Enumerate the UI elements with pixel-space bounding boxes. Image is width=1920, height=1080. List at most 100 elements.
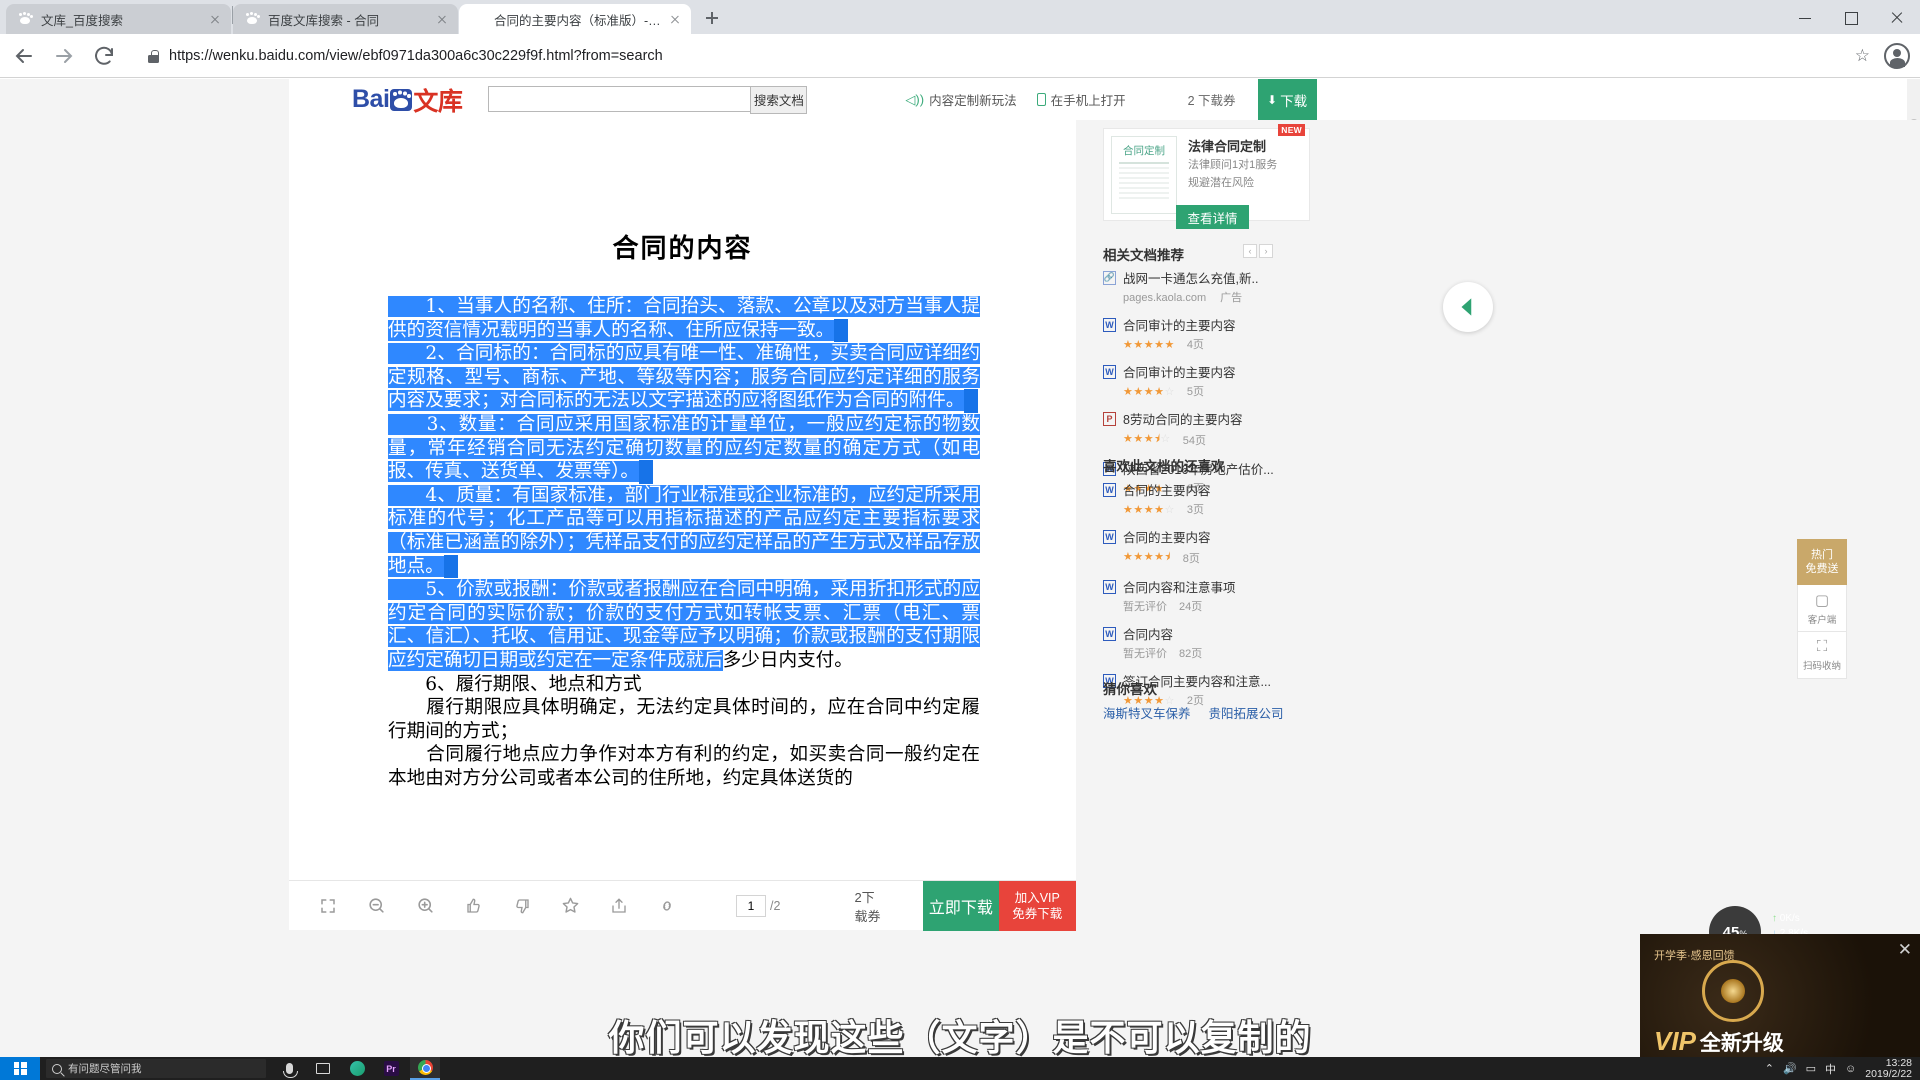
edge-icon[interactable] (342, 1057, 372, 1080)
fullscreen-icon[interactable] (319, 895, 337, 917)
doc-name[interactable]: 合同内容和注意事项 (1123, 577, 1236, 596)
rating-stars: ★★★★☆ (1123, 385, 1175, 398)
guess-link-1[interactable]: 海斯特叉车保养 (1103, 703, 1191, 722)
page-count: 54页 (1182, 434, 1207, 447)
maximize-icon[interactable] (1828, 0, 1874, 34)
header-link-label: 内容定制新玩法 (929, 94, 1017, 108)
doc-name[interactable]: 合同的主要内容 (1123, 527, 1211, 546)
browser-tab-3-active[interactable]: 合同的主要内容（标准版）- 百度文库 (459, 4, 691, 34)
minimize-icon[interactable] (1782, 0, 1828, 34)
zoom-out-icon[interactable] (367, 895, 386, 917)
header-links: ◁)) 内容定制新玩法 在手机上打开 (905, 90, 1125, 109)
cortana-mic-icon[interactable] (274, 1057, 304, 1080)
reload-button[interactable] (88, 40, 120, 72)
close-icon[interactable] (434, 11, 450, 27)
lock-icon (148, 49, 159, 63)
ime-icon[interactable]: 中 (1825, 1061, 1836, 1077)
document-paragraph: 1、当事人的名称、住所：合同抬头、落款、公章以及对方当事人提供的资信情况载明的当… (388, 295, 980, 343)
doc-name[interactable]: 合同审计的主要内容 (1123, 362, 1236, 381)
network-icon[interactable]: ▭ (1806, 1062, 1816, 1075)
list-item[interactable]: W 合同内容和注意事项 暂无评价 24页 (1103, 577, 1353, 614)
rail-hot-free[interactable]: 热门 免费送 (1797, 539, 1847, 585)
download-now-button[interactable]: 立即下载 (923, 880, 999, 931)
taskbar-clock[interactable]: 13:28 2019/2/22 (1865, 1057, 1912, 1080)
list-item[interactable]: W 合同审计的主要内容 ★★★★☆ 5页 (1103, 362, 1353, 399)
plain-text: 合同履行地点应力争作对本方有利的约定，如买卖合同一般约定在本地由对方分公司或者本… (388, 744, 980, 789)
zoom-in-icon[interactable] (416, 895, 435, 917)
thumbs-up-icon[interactable] (465, 895, 483, 917)
browser-navbar: https://wenku.baidu.com/view/ebf0971da30… (0, 34, 1920, 78)
premiere-icon[interactable]: Pr (376, 1057, 406, 1080)
chrome-icon[interactable] (410, 1057, 440, 1080)
profile-avatar-icon[interactable] (1884, 42, 1910, 69)
doc-name[interactable]: 8劳动合同的主要内容 (1123, 409, 1242, 428)
page-number-input[interactable] (736, 894, 766, 917)
sidebar-ad-card[interactable]: 合同定制 NEW 法律合同定制 法律顾问1对1服务 规避潜在风险 查看详情 (1103, 124, 1310, 229)
ppt-file-icon: P (1103, 411, 1116, 426)
baidu-wenku-logo[interactable]: Bai 文库 (352, 82, 463, 118)
rail-item-client[interactable]: ▢ 客户端 (1797, 585, 1847, 632)
volume-icon[interactable]: 🔊 (1783, 1062, 1797, 1075)
guess-link-2[interactable]: 贵阳拓展公司 (1209, 703, 1284, 722)
tab-title: 合同的主要内容（标准版）- 百度文库 (494, 13, 661, 28)
window-close-icon[interactable] (1874, 0, 1920, 34)
close-icon[interactable]: ✕ (1898, 940, 1912, 960)
pager-next-icon[interactable]: › (1259, 244, 1273, 258)
document-paragraph: 4、质量：有国家标准，部门行业标准或企业标准的，应约定所采用标准的代号；化工产品… (388, 484, 980, 579)
related-docs-pager: ‹ › (1243, 244, 1273, 258)
back-arrow-icon (1461, 298, 1472, 316)
header-link-open-mobile[interactable]: 在手机上打开 (1036, 90, 1126, 109)
rail-item-scan[interactable]: ⛶ 扫码收纳 (1797, 632, 1847, 679)
vip-eye-graphic (1702, 960, 1764, 1022)
document-viewer[interactable]: 合同的内容 1、当事人的名称、住所：合同抬头、落款、公章以及对方当事人提供的资信… (289, 120, 1076, 880)
header-download-button[interactable]: ⬇ 下载 (1257, 79, 1317, 120)
close-icon[interactable] (667, 11, 683, 27)
page-total-label: /2 (770, 898, 781, 913)
share-icon[interactable] (610, 895, 628, 917)
floating-back-button[interactable] (1443, 282, 1493, 332)
document-paragraph: 5、价款或报酬：价款或者报酬应在合同中明确，采用折扣形式的应约定合同的实际价款；… (388, 578, 980, 672)
ime-mode-icon[interactable]: ☺ (1845, 1063, 1856, 1075)
vip-promo-popup[interactable]: ✕ 开学季·感恩回馈 VIP 全新升级 买1得3 最低只要12.9元 (1640, 934, 1920, 1057)
ad-source: pages.kaola.com (1123, 292, 1207, 304)
new-tab-button[interactable] (698, 4, 726, 32)
list-item[interactable]: W 合同的主要内容 ★★★★☆ 3页 (1103, 480, 1353, 517)
windows-logo-icon (13, 1062, 27, 1075)
doc-name[interactable]: 合同的主要内容 (1123, 480, 1211, 499)
doc-name[interactable]: 合同审计的主要内容 (1123, 315, 1236, 334)
thumbs-down-icon[interactable] (513, 895, 531, 917)
ad-view-details-button[interactable]: 查看详情 (1176, 205, 1249, 229)
header-link-content-custom[interactable]: ◁)) 内容定制新玩法 (905, 90, 1016, 109)
video-subtitle-overlay: 你们可以发现这些（文字）是不可以复制的 (608, 1017, 1312, 1057)
doc-name[interactable]: 合同内容 (1123, 624, 1173, 643)
url-text: https://wenku.baidu.com/view/ebf0971da30… (169, 47, 663, 64)
list-item[interactable]: W 合同内容 暂无评价 82页 (1103, 624, 1353, 661)
word-file-icon: W (1103, 529, 1116, 544)
pager-prev-icon[interactable]: ‹ (1243, 244, 1257, 258)
search-input[interactable] (488, 85, 751, 112)
document-paragraph: 合同履行地点应力争作对本方有利的约定，如买卖合同一般约定在本地由对方分公司或者本… (388, 743, 980, 790)
address-bar[interactable]: https://wenku.baidu.com/view/ebf0971da30… (130, 41, 1845, 70)
forward-button[interactable] (48, 40, 80, 72)
browser-tab-1[interactable]: 文库_百度搜索 (6, 4, 231, 34)
taskbar-search-box[interactable]: 有问题尽管问我 (46, 1059, 266, 1078)
tray-expand-icon[interactable]: ⌃ (1765, 1062, 1774, 1075)
list-item[interactable]: W 合同审计的主要内容 ★★★★★ 4页 (1103, 315, 1353, 352)
list-item[interactable]: W 合同的主要内容 ★★★★⯨ 8页 (1103, 527, 1353, 567)
bookmark-star-icon[interactable]: ☆ (1855, 46, 1870, 66)
rating-stars: ★★★★★ (1123, 338, 1175, 351)
list-item[interactable]: 🔗 战网一卡通怎么充值,新.. pages.kaola.com 广告 (1103, 268, 1353, 305)
close-icon[interactable] (207, 11, 223, 27)
taskbar-search-placeholder: 有问题尽管问我 (68, 1063, 142, 1075)
vip-title: VIP 全新升级 (1654, 1026, 1784, 1057)
search-button[interactable]: 搜索文档 (750, 85, 808, 114)
start-button[interactable] (0, 1057, 40, 1080)
task-view-icon[interactable] (308, 1057, 338, 1080)
report-icon[interactable] (658, 895, 676, 917)
join-vip-button[interactable]: 加入VIP 免券下载 (998, 880, 1076, 931)
list-item[interactable]: P 8劳动合同的主要内容 ★★★⯨☆ 54页 (1103, 409, 1353, 449)
doc-name[interactable]: 战网一卡通怎么充值,新.. (1123, 268, 1258, 287)
back-button[interactable] (8, 40, 40, 72)
browser-tab-2[interactable]: 百度文库搜索 - 合同 (233, 4, 458, 34)
favorite-star-icon[interactable] (561, 895, 580, 917)
